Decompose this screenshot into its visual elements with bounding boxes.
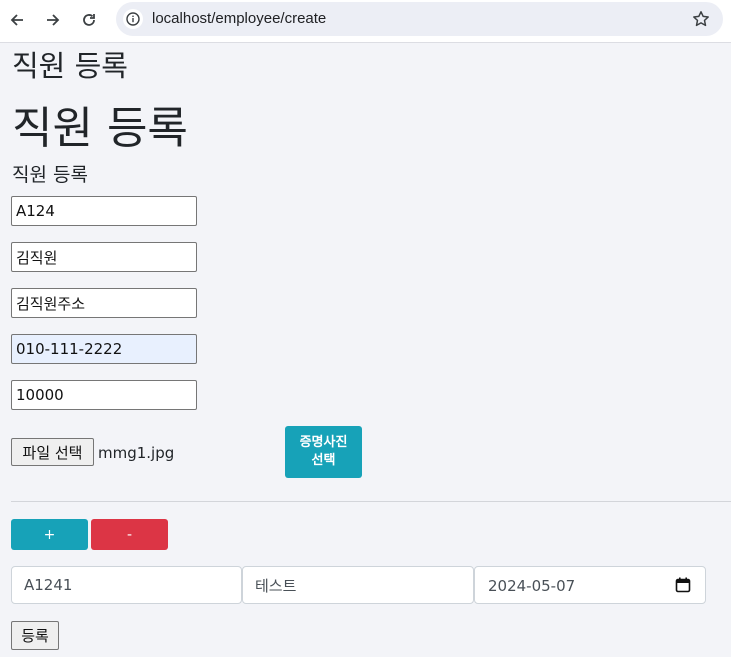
address-bar[interactable]: localhost/employee/create bbox=[116, 2, 723, 36]
employee-id-input[interactable] bbox=[11, 196, 197, 226]
address-input[interactable] bbox=[11, 288, 197, 318]
form-label: 직원 등록 bbox=[12, 164, 88, 186]
salary-input[interactable] bbox=[11, 380, 197, 410]
url-text[interactable]: localhost/employee/create bbox=[152, 10, 326, 27]
phone-input[interactable] bbox=[11, 334, 197, 364]
add-row-button[interactable]: + bbox=[11, 519, 88, 550]
back-arrow-icon[interactable] bbox=[4, 7, 30, 33]
select-photo-label-line1: 증명사진 bbox=[299, 435, 348, 450]
browser-toolbar: localhost/employee/create bbox=[0, 0, 731, 43]
form-heading: 직원 등록 bbox=[12, 103, 188, 154]
select-photo-label-line2: 선택 bbox=[311, 453, 336, 468]
file-choose-button[interactable]: 파일 선택 bbox=[11, 438, 94, 466]
info-icon[interactable] bbox=[123, 9, 143, 29]
detail-code-input[interactable] bbox=[11, 566, 242, 604]
select-photo-button[interactable]: 증명사진 선택 bbox=[285, 426, 362, 478]
calendar-icon[interactable] bbox=[675, 577, 691, 593]
detail-description-input[interactable] bbox=[242, 566, 474, 604]
bookmark-star-icon[interactable] bbox=[691, 9, 711, 29]
selected-file-name: mmg1.jpg bbox=[98, 444, 175, 462]
divider bbox=[11, 501, 731, 502]
submit-button[interactable]: 등록 bbox=[11, 621, 59, 650]
page-content: 직원 등록 직원 등록 직원 등록 파일 선택 mmg1.jpg 증명사진 선택… bbox=[0, 43, 731, 657]
page-title: 직원 등록 bbox=[12, 49, 128, 83]
forward-arrow-icon[interactable] bbox=[40, 7, 66, 33]
remove-row-button[interactable]: - bbox=[91, 519, 168, 550]
detail-date-input[interactable]: 2024-05-07 bbox=[474, 566, 706, 604]
name-input[interactable] bbox=[11, 242, 197, 272]
detail-date-value: 2024-05-07 bbox=[488, 577, 576, 595]
reload-icon[interactable] bbox=[76, 7, 102, 33]
